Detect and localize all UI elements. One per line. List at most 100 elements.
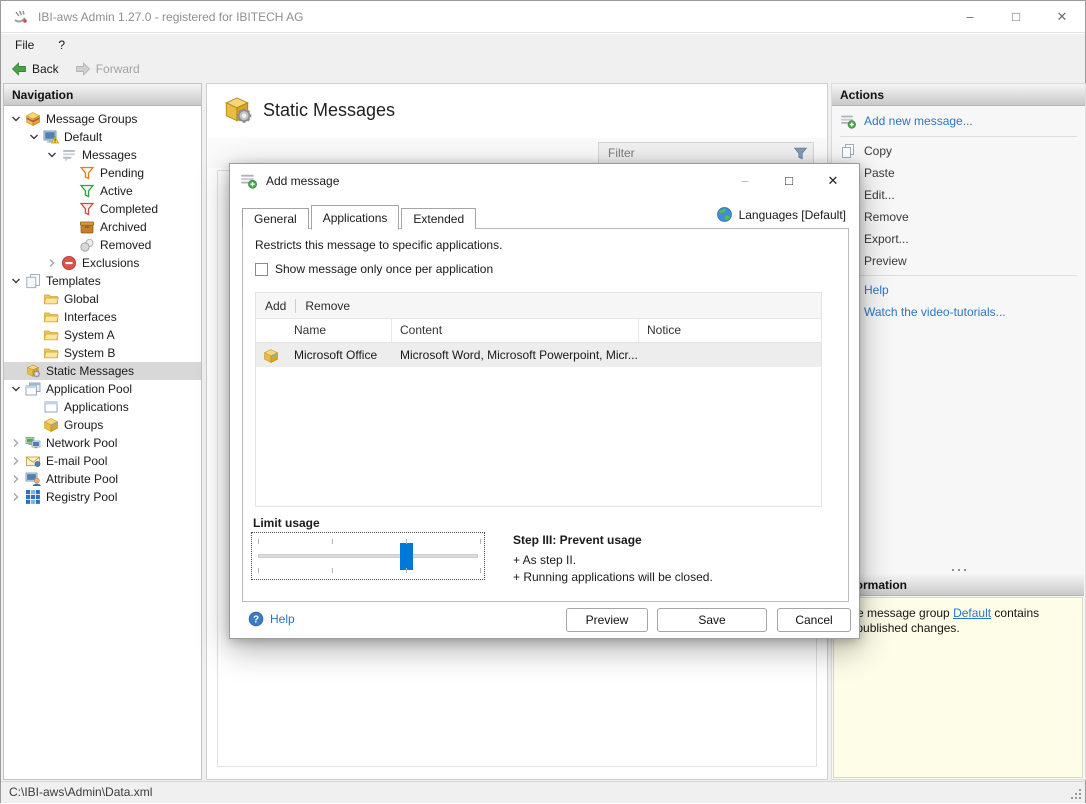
action-add-new-message[interactable]: Add new message... (832, 109, 1085, 133)
chevron-down-icon[interactable] (10, 383, 25, 396)
tree-item-label: Archived (100, 220, 147, 234)
save-button[interactable]: Save (657, 608, 767, 632)
chevron-right-icon[interactable] (10, 437, 25, 450)
tab-applications[interactable]: Applications (311, 205, 400, 230)
maximize-button[interactable]: □ (993, 1, 1039, 32)
dialog-close-button[interactable]: ✕ (811, 164, 855, 197)
navigation-header: Navigation (4, 84, 201, 106)
chevron-down-icon[interactable] (10, 275, 25, 288)
limit-usage-slider[interactable] (251, 532, 485, 580)
removed-icon (79, 237, 96, 253)
preview-button[interactable]: Preview (566, 608, 648, 632)
filter-placeholder: Filter (608, 146, 635, 160)
tree-item-removed[interactable]: Removed (4, 236, 201, 254)
filter-funnel-icon[interactable] (793, 146, 808, 161)
tree-item-label: Pending (100, 166, 144, 180)
tree-item-active[interactable]: Active (4, 182, 201, 200)
slider-tick (480, 568, 481, 573)
chevron-down-icon[interactable] (28, 131, 43, 144)
tree-item-interfaces[interactable]: Interfaces (4, 308, 201, 326)
actions-header: Actions (832, 84, 1085, 106)
actions-separator (840, 136, 1077, 137)
back-button[interactable]: Back (5, 59, 65, 79)
slider-track[interactable] (258, 554, 478, 558)
chevron-down-icon[interactable] (10, 113, 25, 126)
menu-help[interactable]: ? (48, 36, 75, 54)
add-button[interactable]: Add (256, 296, 295, 316)
tree-item-global[interactable]: Global (4, 290, 201, 308)
languages-button[interactable]: Languages [Default] (716, 206, 846, 223)
dialog-minimize-button[interactable]: – (723, 164, 767, 197)
table-rows: Microsoft OfficeMicrosoft Word, Microsof… (256, 343, 821, 367)
chevron-right-icon[interactable] (46, 257, 61, 270)
dialog-help-link[interactable]: ? Help (248, 611, 295, 627)
table-toolbar: Add Remove (256, 293, 821, 319)
action-label: Add new message... (864, 114, 973, 128)
action-copy[interactable]: Copy (832, 140, 1085, 162)
minimize-button[interactable]: – (947, 1, 993, 32)
action-export[interactable]: Export... (832, 228, 1085, 250)
show-once-checkbox[interactable] (255, 263, 268, 276)
action-preview[interactable]: Preview (832, 250, 1085, 272)
tree-item-attribute-pool[interactable]: Attribute Pool (4, 470, 201, 488)
tree-item-exclusions[interactable]: Exclusions (4, 254, 201, 272)
slider-tick (258, 568, 259, 573)
tree-item-registry-pool[interactable]: Registry Pool (4, 488, 201, 506)
applications-table: Add Remove Name Content Notice Microsoft… (255, 292, 822, 507)
tree-item-default[interactable]: Default (4, 128, 201, 146)
add-message-icon (240, 172, 257, 189)
tab-general[interactable]: General (242, 208, 309, 229)
column-header-content[interactable]: Content (392, 319, 639, 342)
tree-item-network-pool[interactable]: Network Pool (4, 434, 201, 452)
chevron-right-icon[interactable] (10, 473, 25, 486)
filter-input[interactable]: Filter (598, 142, 814, 164)
information-header: Information (833, 574, 1084, 596)
column-header-notice[interactable]: Notice (639, 319, 821, 342)
tree-item-completed[interactable]: Completed (4, 200, 201, 218)
funnel-green-icon (79, 183, 96, 199)
chevron-right-icon[interactable] (10, 491, 25, 504)
tree-item-application-pool[interactable]: Application Pool (4, 380, 201, 398)
tree-item-label: Attribute Pool (46, 472, 118, 486)
action-help[interactable]: Help (832, 279, 1085, 301)
default-group-link[interactable]: Default (953, 606, 991, 620)
table-row[interactable]: Microsoft OfficeMicrosoft Word, Microsof… (256, 343, 821, 367)
resize-grip-icon[interactable] (1069, 787, 1083, 801)
column-header-name[interactable]: Name (286, 319, 392, 342)
dialog-maximize-button[interactable]: □ (767, 164, 811, 197)
tree-item-static-messages[interactable]: Static Messages (4, 362, 201, 380)
tree-item-system-a[interactable]: System A (4, 326, 201, 344)
remove-button[interactable]: Remove (296, 296, 359, 316)
tab-extended[interactable]: Extended (401, 208, 476, 229)
tree-item-archived[interactable]: Archived (4, 218, 201, 236)
chevron-down-icon[interactable] (46, 149, 61, 162)
forward-label: Forward (96, 62, 140, 76)
cancel-button[interactable]: Cancel (777, 608, 851, 632)
action-label: Edit... (864, 188, 895, 202)
limit-usage-label: Limit usage (253, 516, 320, 530)
funnel-orange-icon (79, 165, 96, 181)
tree-item-label: Application Pool (46, 382, 132, 396)
action-paste[interactable]: Paste (832, 162, 1085, 184)
tree-item-message-groups[interactable]: Message Groups (4, 110, 201, 128)
close-button[interactable]: ✕ (1039, 1, 1085, 32)
tree-item-messages[interactable]: Messages (4, 146, 201, 164)
menu-file[interactable]: File (5, 36, 44, 54)
forward-button[interactable]: Forward (69, 59, 146, 79)
panel-splitter-handle[interactable] (832, 562, 1085, 570)
tree-item-pending[interactable]: Pending (4, 164, 201, 182)
action-label: Help (864, 283, 889, 297)
action-edit[interactable]: Edit... (832, 184, 1085, 206)
tree-item-system-b[interactable]: System B (4, 344, 201, 362)
tree-item-e-mail-pool[interactable]: E-mail Pool (4, 452, 201, 470)
slider-thumb[interactable] (400, 543, 413, 570)
chevron-right-icon[interactable] (10, 455, 25, 468)
action-remove[interactable]: Remove (832, 206, 1085, 228)
action-watch-the-video-tutorials[interactable]: Watch the video-tutorials... (832, 301, 1085, 323)
forward-arrow-icon (75, 61, 91, 77)
funnel-red-icon (79, 201, 96, 217)
action-label: Paste (864, 166, 895, 180)
tree-item-groups[interactable]: Groups (4, 416, 201, 434)
tree-item-templates[interactable]: Templates (4, 272, 201, 290)
tree-item-applications[interactable]: Applications (4, 398, 201, 416)
